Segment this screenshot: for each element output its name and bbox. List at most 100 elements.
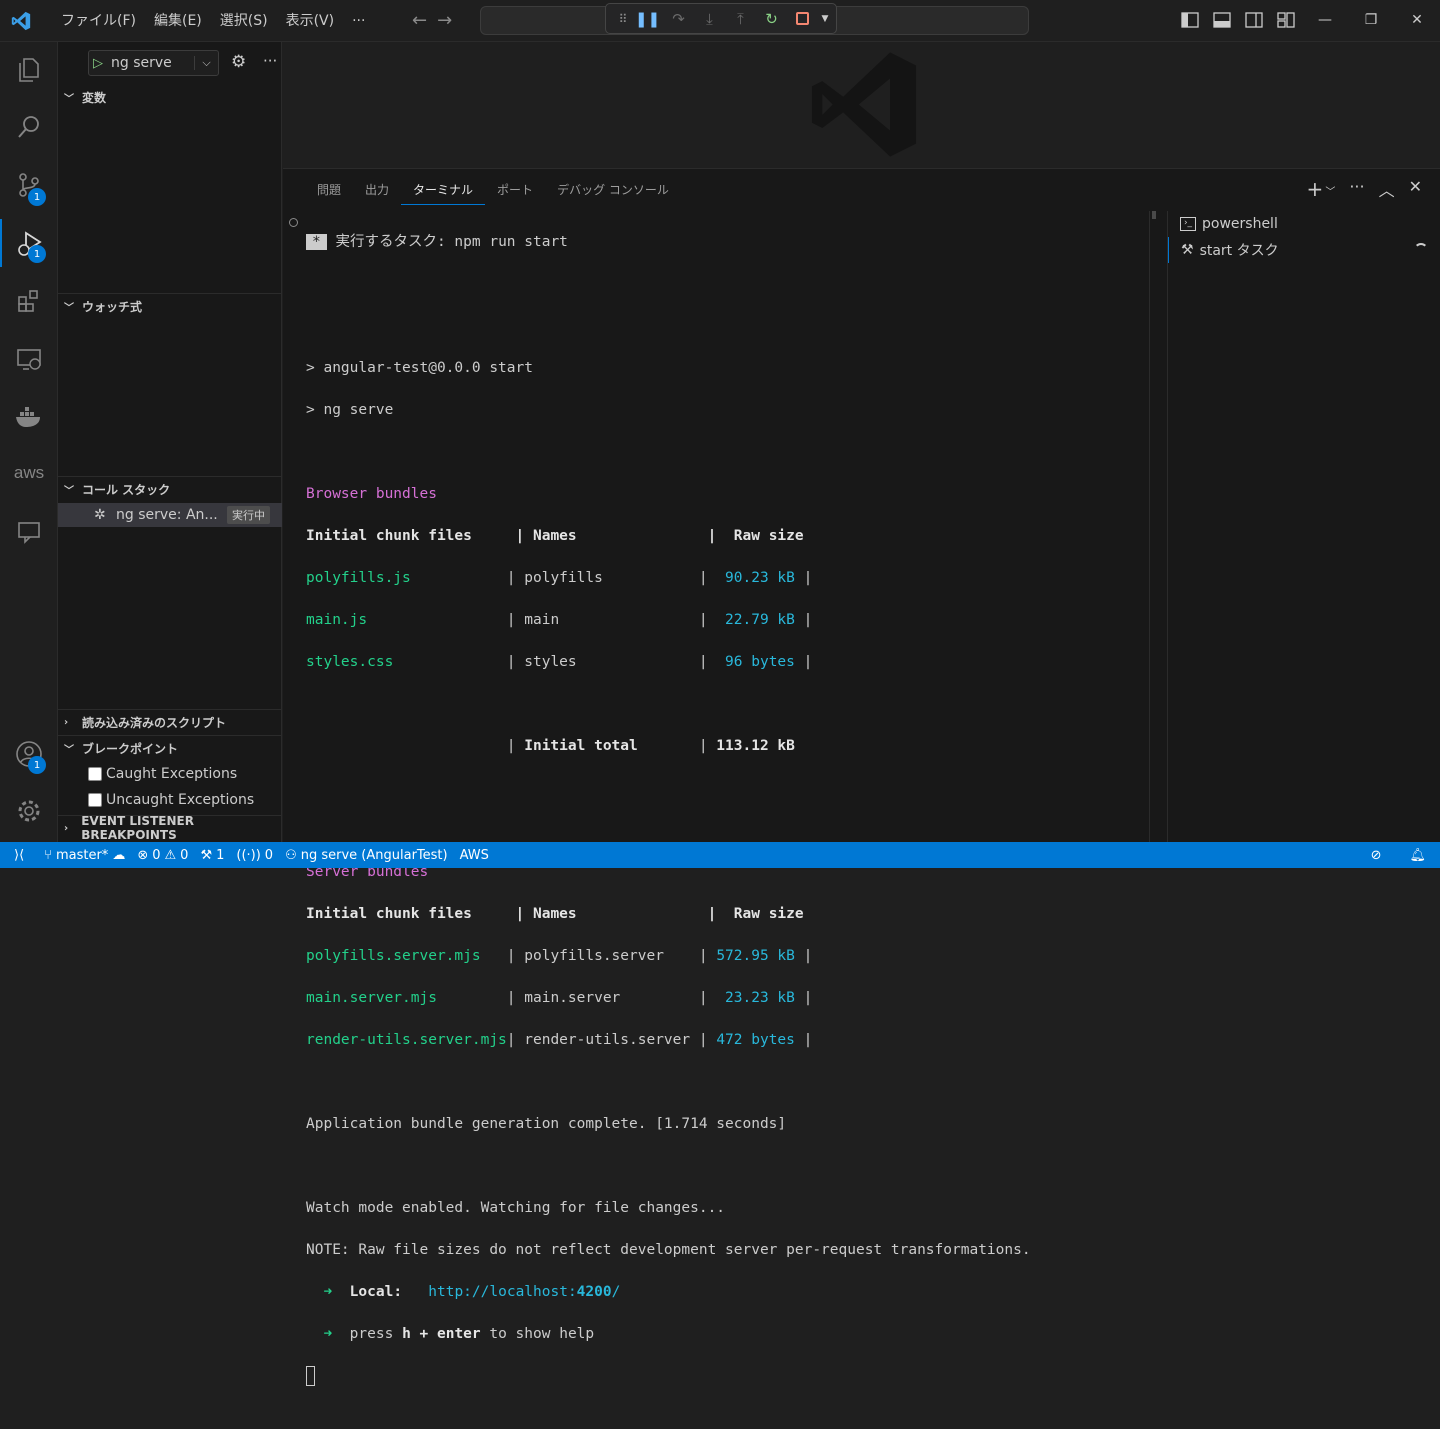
debug-sidebar: ▷ ng serve ⌵ ⚙ ··· ﹀ 変数 ﹀ ウォッチ式 ﹀ コール スタック … <box>58 42 282 842</box>
toggle-panel-icon[interactable] <box>1212 10 1232 30</box>
task-circle-icon <box>289 218 298 227</box>
chevron-right-icon: › <box>64 822 69 834</box>
debug-settings-gear-icon[interactable]: ⚙ <box>231 52 246 72</box>
task-marker: * <box>306 234 327 250</box>
problems-indicator[interactable]: ⊗ 0 ⚠ 0 <box>131 842 194 868</box>
debug-session-indicator[interactable]: ⚇ ng serve (AngularTest) <box>279 842 454 868</box>
more-actions-icon[interactable]: ··· <box>1349 177 1364 201</box>
new-terminal-icon[interactable]: + <box>1307 177 1324 201</box>
localhost-link[interactable]: http://localhost:4200/ <box>428 1284 620 1300</box>
copilot-icon[interactable]: ⊘ <box>1357 842 1396 868</box>
tab-output[interactable]: 出力 <box>353 179 401 205</box>
aws-indicator[interactable]: AWS <box>454 842 495 868</box>
customize-layout-icon[interactable] <box>1276 10 1296 30</box>
account-badge: 1 <box>28 756 46 774</box>
section-variables[interactable]: ﹀ 変数 <box>58 85 282 109</box>
section-event-listener-breakpoints[interactable]: › EVENT LISTENER BREAKPOINTS <box>58 814 282 842</box>
close-panel-icon[interactable]: ✕ <box>1409 177 1422 201</box>
call-stack-session[interactable]: ✲ ng serve: An... 実行中 <box>58 503 282 527</box>
section-loaded-scripts[interactable]: › 読み込み済みのスクリプト <box>58 710 282 734</box>
terminal-scrollbar[interactable] <box>1149 211 1159 843</box>
section-call-stack[interactable]: ﹀ コール スタック <box>58 477 282 501</box>
menu-view[interactable]: 表示(V) <box>277 11 344 31</box>
chat-icon[interactable] <box>0 507 58 555</box>
arrow-right-icon: ➜ <box>323 1284 333 1300</box>
branch-indicator[interactable]: ⑂ master* ☁ <box>38 842 131 868</box>
run-and-debug-icon[interactable] <box>0 219 58 267</box>
chevron-down-icon[interactable]: ﹀ <box>1325 183 1335 201</box>
maximize-panel-icon[interactable]: ︿ <box>1379 177 1395 201</box>
extensions-icon[interactable] <box>0 277 58 325</box>
terminal-item-powershell[interactable]: ›_ powershell <box>1168 211 1440 237</box>
gripper-icon[interactable]: ⠿ <box>614 6 632 32</box>
minimize-button[interactable]: — <box>1302 0 1348 40</box>
back-arrow-icon[interactable]: ← <box>412 10 427 31</box>
checkbox[interactable] <box>88 767 102 781</box>
toggle-primary-sidebar-icon[interactable] <box>1180 10 1200 30</box>
broadcast-icon: ((·)) <box>236 847 261 863</box>
debug-badge: 1 <box>28 245 46 263</box>
step-out-icon[interactable]: ⤒ <box>725 6 756 32</box>
restore-button[interactable]: ❐ <box>1348 0 1394 40</box>
terminal-cursor <box>306 1366 315 1386</box>
aws-icon[interactable]: aws <box>0 449 58 497</box>
section-watch[interactable]: ﹀ ウォッチ式 <box>58 294 282 318</box>
stop-icon[interactable] <box>787 6 818 32</box>
warning-icon: ⚠ <box>164 847 177 863</box>
terminal-item-start-task[interactable]: ⚒ start タスク <box>1168 237 1440 263</box>
tab-problems[interactable]: 問題 <box>305 179 353 205</box>
ports-indicator[interactable]: ((·)) 0 <box>230 842 279 868</box>
remote-indicator-icon[interactable]: ⟩⟨ <box>0 842 38 868</box>
tab-terminal[interactable]: ターミナル <box>401 179 486 205</box>
loading-spinner-icon <box>1414 243 1428 257</box>
close-button[interactable]: ✕ <box>1394 0 1440 40</box>
tab-debug-console[interactable]: デバッグ コンソール <box>545 179 681 205</box>
pause-icon[interactable]: ❚❚ <box>632 6 663 32</box>
sync-cloud-icon: ☁ <box>112 847 126 863</box>
step-over-icon[interactable]: ↷ <box>663 6 694 32</box>
run-config-label: ng serve <box>111 55 172 71</box>
step-into-icon[interactable]: ⤓ <box>694 6 725 32</box>
notifications-bell-icon[interactable]: 🔔︎ <box>1395 842 1440 868</box>
section-breakpoints[interactable]: ﹀ ブレークポイント <box>58 736 282 760</box>
manage-gear-icon[interactable] <box>0 787 58 835</box>
editor-area <box>283 42 1440 167</box>
run-config-select[interactable]: ▷ ng serve ⌵ <box>88 50 219 76</box>
remote-explorer-icon[interactable] <box>0 335 58 383</box>
debug-alt-icon: ⚇ <box>285 847 297 863</box>
menu-more[interactable]: ··· <box>343 11 374 31</box>
bp-caught-exceptions[interactable]: Caught Exceptions <box>88 766 237 782</box>
chevron-down-icon[interactable]: ▼ <box>818 6 832 32</box>
tab-ports[interactable]: ポート <box>485 179 545 205</box>
tools-icon: ⚒ <box>1181 242 1194 258</box>
chevron-down-icon: ﹀ <box>64 302 74 314</box>
checkbox[interactable] <box>88 793 102 807</box>
start-debug-icon[interactable]: ▷ <box>93 56 103 71</box>
menu-edit[interactable]: 編集(E) <box>145 11 211 31</box>
bp-uncaught-exceptions[interactable]: Uncaught Exceptions <box>88 792 254 808</box>
arrow-right-icon: ➜ <box>323 1326 333 1342</box>
error-icon: ⊗ <box>137 847 149 863</box>
menu-selection[interactable]: 選択(S) <box>211 11 277 31</box>
vscode-watermark-icon <box>811 52 917 157</box>
docker-icon[interactable] <box>0 393 58 441</box>
debug-bug-icon: ✲ <box>94 507 106 523</box>
bottom-panel: 問題 出力 ターミナル ポート デバッグ コンソール + ﹀ ··· ︿ ✕ *… <box>283 168 1440 1386</box>
vscode-logo-icon <box>11 11 31 31</box>
toggle-secondary-sidebar-icon[interactable] <box>1244 10 1264 30</box>
restart-icon[interactable]: ↻ <box>756 6 787 32</box>
tools-icon: ⚒ <box>200 847 213 863</box>
chevron-down-icon[interactable]: ⌵ <box>194 56 218 70</box>
account-icon[interactable] <box>0 730 58 778</box>
status-badge: 実行中 <box>227 506 270 524</box>
tools-indicator[interactable]: ⚒ 1 <box>194 842 230 868</box>
branch-icon: ⑂ <box>44 847 52 863</box>
menu-file[interactable]: ファイル(F) <box>52 11 145 31</box>
activity-bar: 1 1 aws 1 <box>0 42 58 842</box>
more-actions-icon[interactable]: ··· <box>263 52 277 70</box>
forward-arrow-icon[interactable]: → <box>437 10 452 31</box>
explorer-icon[interactable] <box>0 45 58 93</box>
search-icon[interactable] <box>0 103 58 151</box>
terminal-output[interactable]: * 実行するタスク: npm run start > angular-test@… <box>289 211 1156 1429</box>
chevron-right-icon: › <box>64 716 69 728</box>
